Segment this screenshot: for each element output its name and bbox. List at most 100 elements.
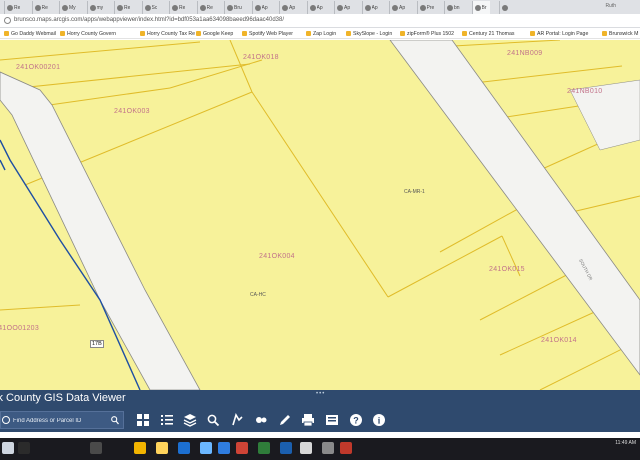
- parcel-label[interactable]: 241NB009: [507, 50, 542, 57]
- bookmarks-bar: Go Daddy Webmail Horry County Govern Horry…: [0, 28, 640, 39]
- taskbar-app-icon[interactable]: [156, 442, 168, 454]
- bookmark-item[interactable]: Century 21 Thomas: [462, 29, 514, 38]
- bookmark-item[interactable]: zipForm® Plus 1502: [400, 29, 454, 38]
- attribute-button[interactable]: [254, 413, 268, 427]
- clear-icon[interactable]: [2, 416, 10, 424]
- bookmark-label: Horry County Govern: [67, 30, 117, 37]
- taskbar-app-icon[interactable]: [300, 442, 312, 454]
- bookmark-label: Horry County Tax Re: [147, 30, 196, 37]
- about-button[interactable]: i: [372, 413, 386, 427]
- taskbar-app-icon[interactable]: [218, 442, 230, 454]
- browser-tab[interactable]: Sc: [141, 1, 160, 14]
- parcel-label[interactable]: 241OO01203: [0, 325, 39, 332]
- bookmark-icon: [4, 31, 9, 36]
- browser-tab[interactable]: Ap: [389, 1, 407, 14]
- print-button[interactable]: [301, 413, 315, 427]
- tab-favicon-icon: [309, 4, 316, 11]
- taskbar-app-icon[interactable]: [280, 442, 292, 454]
- address-bar[interactable]: brunsco.maps.arcgis.com/apps/webappviewe…: [0, 14, 640, 28]
- bookmark-label: Century 21 Thomas: [469, 30, 515, 37]
- layers-button[interactable]: [183, 413, 197, 427]
- taskbar-app-icon[interactable]: [322, 442, 334, 454]
- collapse-handle[interactable]: •••: [316, 391, 325, 397]
- info-icon[interactable]: [4, 17, 11, 24]
- parcel-label[interactable]: 241OK015: [489, 266, 525, 273]
- parcel-label[interactable]: 241OK00201: [16, 64, 60, 71]
- parcel-label[interactable]: 241OK018: [243, 54, 279, 61]
- tab-title: Re: [179, 4, 186, 11]
- browser-tab[interactable]: Br: [471, 1, 490, 14]
- tab-title: Re: [124, 4, 131, 11]
- parcel-label[interactable]: 241OK014: [541, 337, 577, 344]
- search-input[interactable]: [13, 416, 103, 426]
- bookmark-item[interactable]: Google Keep: [196, 29, 233, 38]
- browser-tab[interactable]: Re: [114, 1, 132, 14]
- zoning-label: CA-MR-1: [404, 189, 425, 195]
- bookmark-icon: [400, 31, 405, 36]
- browser-tab[interactable]: bn: [444, 1, 462, 14]
- parcel-label[interactable]: 241NB010: [567, 88, 602, 95]
- map-view[interactable]: 241OK00201 241OK018 241OK003 241NB009 24…: [0, 40, 640, 390]
- browser-tab[interactable]: my: [86, 1, 105, 14]
- basemap-gallery-button[interactable]: [136, 413, 150, 427]
- bookmark-item[interactable]: Horry County Govern: [60, 29, 116, 38]
- browser-tab[interactable]: Re: [31, 1, 50, 14]
- query-icon: [207, 414, 220, 427]
- browser-tab[interactable]: Bru: [224, 1, 242, 14]
- browser-tab-strip: Re Re My my Re Sc Re Re Bru Ap Ap Ap Ap Ap Ap Pre bn Br Ru…: [0, 0, 640, 14]
- clock[interactable]: 11:49 AM: [615, 440, 636, 446]
- browser-tab[interactable]: [499, 1, 517, 14]
- url-text[interactable]: brunsco.maps.arcgis.com/apps/webappviewe…: [14, 17, 284, 23]
- browser-tab[interactable]: Ap: [279, 1, 297, 14]
- browser-tab[interactable]: Re: [169, 1, 187, 14]
- bookmark-icon: [306, 31, 311, 36]
- query-button[interactable]: [206, 413, 220, 427]
- bookmark-item[interactable]: AR Portal: Login Page: [530, 29, 588, 38]
- bookmark-item[interactable]: Brunswick M: [602, 29, 638, 38]
- taskbar-app-icon[interactable]: [340, 442, 352, 454]
- tab-favicon-icon: [254, 4, 261, 11]
- bookmark-label: zipForm® Plus 1502: [407, 30, 455, 37]
- bookmark-item[interactable]: Go Daddy Webmail: [4, 29, 56, 38]
- browser-tab[interactable]: Ap: [251, 1, 270, 14]
- tab-title: Ap: [371, 4, 378, 11]
- search-icon[interactable]: [111, 416, 119, 425]
- bookmark-item[interactable]: Zap Login: [306, 29, 336, 38]
- draw-button[interactable]: [278, 413, 292, 427]
- browser-tab[interactable]: Pre: [416, 1, 435, 14]
- tab-favicon-icon: [364, 4, 371, 11]
- browser-tab[interactable]: Ap: [306, 1, 325, 14]
- add-data-button[interactable]: [325, 413, 339, 427]
- profile-name[interactable]: Ruth: [605, 3, 616, 9]
- tab-title: Ap: [344, 4, 351, 11]
- legend-button[interactable]: [160, 413, 174, 427]
- tab-title: Ap: [316, 4, 323, 11]
- browser-tab[interactable]: Ap: [361, 1, 380, 14]
- browser-tab[interactable]: My: [59, 1, 77, 14]
- tab-title: Ap: [399, 4, 406, 11]
- bookmark-item[interactable]: SkySlope - Login: [346, 29, 392, 38]
- browser-tab[interactable]: Re: [4, 1, 22, 14]
- taskbar-app-icon[interactable]: [90, 442, 102, 454]
- bookmark-item[interactable]: Horry County Tax Re: [140, 29, 195, 38]
- attribute-icon: [256, 417, 267, 423]
- search-box[interactable]: [0, 411, 124, 429]
- parcel-label[interactable]: 241OK003: [114, 108, 150, 115]
- parcel-label[interactable]: 241OK004: [259, 253, 295, 260]
- identify-button[interactable]: [230, 413, 244, 427]
- taskbar-app-icon[interactable]: [18, 442, 30, 454]
- taskbar-app-icon[interactable]: [178, 442, 190, 454]
- taskbar-app-icon[interactable]: [134, 442, 146, 454]
- browser-tab[interactable]: Re: [196, 1, 215, 14]
- help-button[interactable]: ?: [349, 413, 363, 427]
- taskbar-app-icon[interactable]: [258, 442, 270, 454]
- bookmark-icon: [196, 31, 201, 36]
- bookmark-item[interactable]: Spotify Web Player: [242, 29, 293, 38]
- taskbar-app-icon[interactable]: [236, 442, 248, 454]
- taskbar-app-icon[interactable]: [200, 442, 212, 454]
- bookmark-icon: [602, 31, 607, 36]
- about-icon: i: [373, 414, 385, 426]
- start-icon[interactable]: [2, 442, 14, 454]
- browser-tab[interactable]: Ap: [334, 1, 352, 14]
- highway-shield: 17B: [90, 340, 104, 348]
